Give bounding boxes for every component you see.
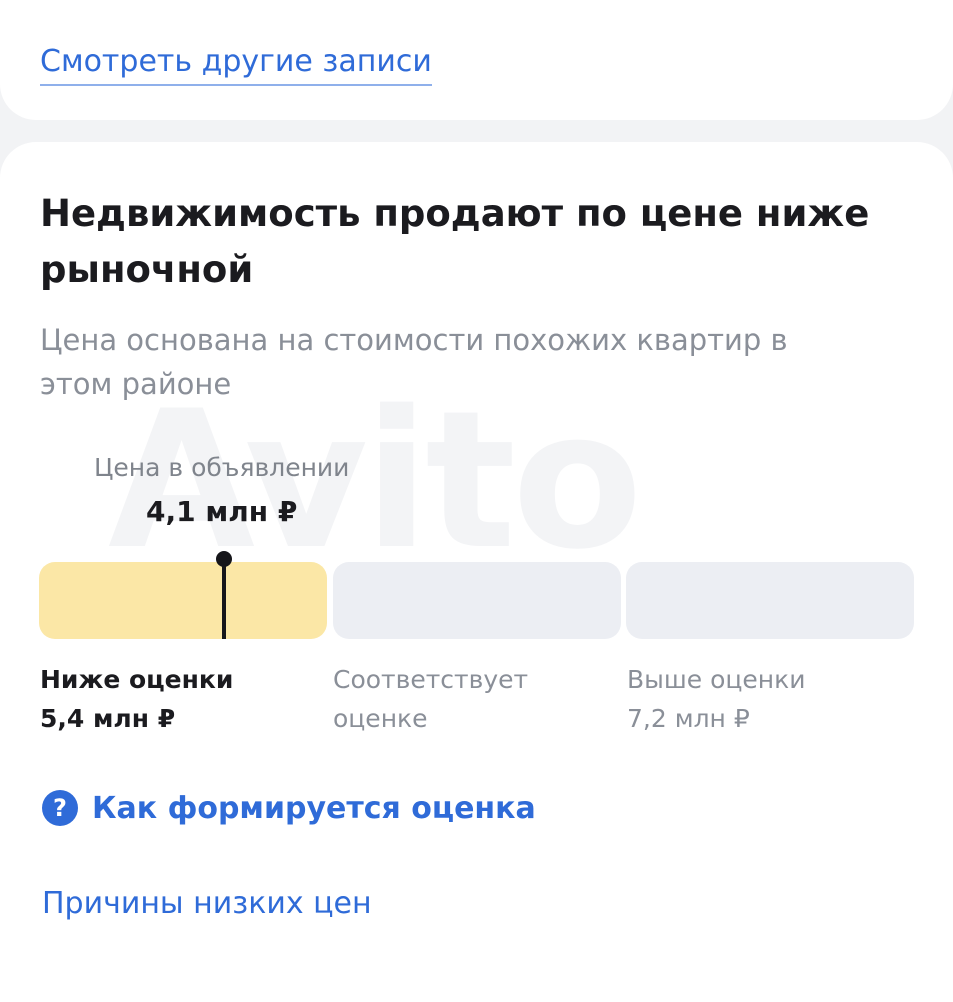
segment-below-estimate — [39, 562, 327, 639]
segment-label-matches-line1: Соответствует — [333, 665, 529, 694]
see-other-posts-link[interactable]: Смотреть другие записи — [40, 40, 432, 86]
how-estimate-formed-link[interactable]: ? Как формируется оценка — [42, 786, 536, 830]
segment-label-matches-line2: оценке — [333, 704, 428, 733]
listing-price-caption: Цена в объявлении — [94, 453, 350, 482]
segment-label-above-value: 7,2 млн ₽ — [627, 704, 750, 733]
segment-above-estimate — [626, 562, 914, 639]
how-estimate-formed-label: Как формируется оценка — [92, 790, 536, 826]
segment-matches-estimate — [333, 562, 621, 639]
question-circle-icon: ? — [42, 790, 78, 826]
price-marker-dot — [216, 551, 232, 567]
segment-label-matches: Соответствует оценке — [333, 660, 528, 738]
segment-label-below-value: 5,4 млн ₽ — [40, 704, 176, 733]
segment-label-above: Выше оценки 7,2 млн ₽ — [627, 660, 805, 738]
low-price-reasons-link[interactable]: Причины низких цен — [42, 882, 372, 926]
estimate-title: Недвижимость продают по цене ниже рыночн… — [40, 192, 870, 291]
segment-label-below-title: Ниже оценки — [40, 665, 234, 694]
price-marker-line — [222, 560, 226, 639]
segment-label-below: Ниже оценки 5,4 млн ₽ — [40, 660, 233, 738]
listing-price-value: 4,1 млн ₽ — [146, 495, 298, 528]
segment-label-above-title: Выше оценки — [627, 665, 806, 694]
estimate-subtitle: Цена основана на стоимости похожих кварт… — [40, 323, 788, 401]
